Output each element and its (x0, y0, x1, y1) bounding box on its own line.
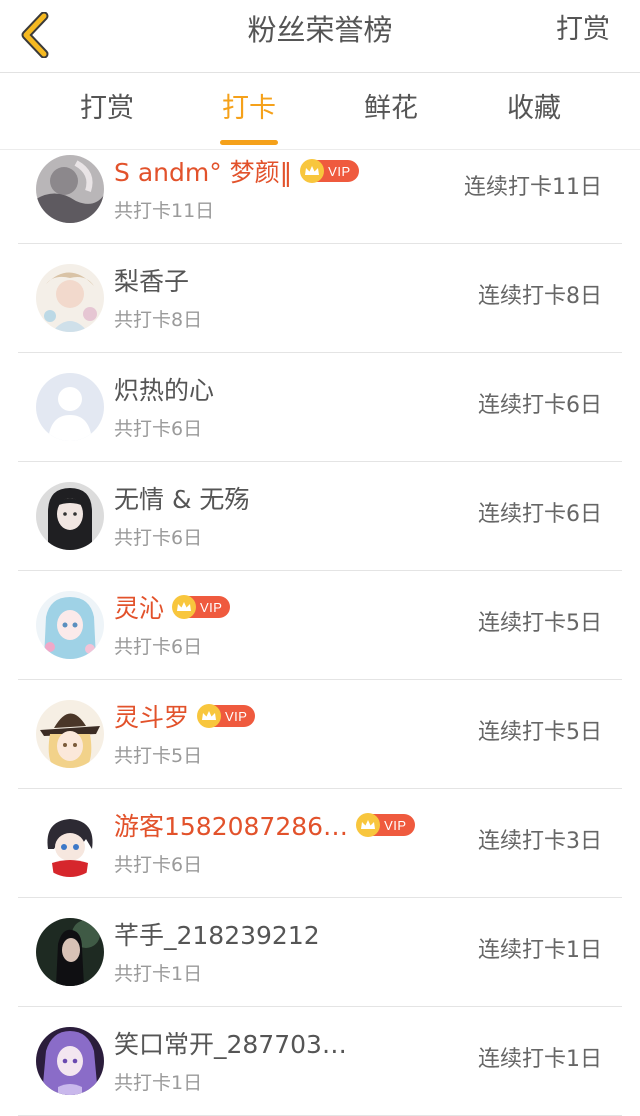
vip-badge: VIP (197, 704, 256, 728)
name-line: 笑口常开_287703… (114, 1024, 347, 1062)
crown-icon (305, 166, 320, 175)
avatar[interactable] (36, 591, 104, 659)
total-checkins: 共打卡6日 (114, 418, 203, 440)
streak-checkins: 连续打卡5日 (478, 720, 602, 745)
name-line: 炽热的心 (114, 370, 214, 408)
total-checkins: 共打卡6日 (114, 636, 203, 658)
name-line: 无情 & 无殇 (114, 479, 249, 517)
avatar[interactable] (36, 264, 104, 332)
streak-checkins: 连续打卡6日 (478, 502, 602, 527)
avatar-image (36, 591, 104, 659)
name-line: 梨香子 (114, 261, 189, 299)
streak-checkins: 连续打卡1日 (478, 938, 602, 963)
nav-bar: 粉丝荣誉榜 打赏 (0, 0, 640, 73)
avatar-image (36, 700, 104, 768)
streak-checkins: 连续打卡6日 (478, 393, 602, 418)
vip-badge: VIP (172, 595, 231, 619)
fan-name: 芊手_218239212 (114, 921, 320, 950)
vip-label: VIP (328, 163, 351, 179)
avatar-image (36, 264, 104, 332)
crown-badge (197, 704, 222, 728)
fan-name: 无情 & 无殇 (114, 485, 250, 514)
total-checkins: 共打卡6日 (114, 527, 203, 549)
streak-checkins: 连续打卡1日 (478, 1047, 602, 1072)
fan-name: 灵斗罗 (114, 703, 190, 732)
fan-list: S andm° 梦颜‖ VIP 共打卡11日 连续打卡11日梨香子共打卡8日 连续打卡8… (0, 135, 640, 1116)
avatar[interactable] (36, 373, 104, 441)
avatar[interactable] (36, 482, 104, 550)
fan-name: 梨香子 (114, 267, 190, 296)
avatar-image (36, 918, 104, 986)
fan-row[interactable]: 笑口常开_287703… 共打卡1日 连续打卡1日 (18, 1007, 622, 1116)
vip-label: VIP (384, 817, 407, 833)
fan-row[interactable]: 灵沁 VIP 共打卡6日 连续打卡5日 (18, 571, 622, 680)
streak-checkins: 连续打卡3日 (478, 829, 602, 854)
avatar-image (36, 1027, 104, 1095)
fan-row[interactable]: 灵斗罗 VIP 共打卡5日 连续打卡5日 (18, 680, 622, 789)
fan-row[interactable]: 炽热的心共打卡6日 连续打卡6日 (18, 353, 622, 462)
name-line: 灵沁 VIP (114, 588, 231, 626)
fan-name: 笑口常开_287703… (114, 1030, 347, 1059)
avatar-image (36, 809, 104, 877)
fan-row[interactable]: 游客1582087286… VIP 共打卡6日 连续打卡3日 (18, 789, 622, 898)
avatar-image (36, 482, 104, 550)
fan-row[interactable]: 梨香子共打卡8日 连续打卡8日 (18, 244, 622, 353)
fan-name: 炽热的心 (114, 376, 215, 405)
crown-badge (172, 595, 197, 619)
vip-label: VIP (225, 708, 248, 724)
name-line: 灵斗罗 VIP (114, 697, 256, 735)
total-checkins: 共打卡1日 (114, 963, 203, 985)
vip-label: VIP (200, 599, 223, 615)
total-checkins: 共打卡5日 (114, 745, 203, 767)
name-line: 游客1582087286… VIP (114, 806, 415, 844)
total-checkins: 共打卡11日 (114, 200, 215, 222)
vip-badge: VIP (356, 813, 415, 837)
streak-checkins: 连续打卡8日 (478, 284, 602, 309)
crown-badge (300, 159, 325, 183)
avatar[interactable] (36, 1027, 104, 1095)
fan-name: 游客1582087286… (114, 812, 349, 841)
avatar[interactable] (36, 918, 104, 986)
crown-icon (202, 711, 217, 720)
name-line: S andm° 梦颜‖ VIP (114, 152, 359, 190)
streak-checkins: 连续打卡11日 (464, 175, 602, 200)
total-checkins: 共打卡6日 (114, 854, 203, 876)
crown-icon (177, 602, 192, 611)
name-line: 芊手_218239212 (114, 915, 320, 953)
page-title: 粉丝荣誉榜 (247, 13, 393, 47)
fan-row[interactable]: 无情 & 无殇共打卡6日 连续打卡6日 (18, 462, 622, 571)
total-checkins: 共打卡8日 (114, 309, 203, 331)
avatar[interactable] (36, 809, 104, 877)
fan-name: 灵沁 (114, 594, 165, 623)
reward-button[interactable]: 打赏 (556, 0, 610, 60)
fan-row[interactable]: 芊手_218239212 共打卡1日 连续打卡1日 (18, 898, 622, 1007)
crown-icon (361, 820, 376, 829)
vip-badge: VIP (300, 159, 359, 183)
avatar[interactable] (36, 700, 104, 768)
crown-badge (356, 813, 381, 837)
avatar-image (36, 155, 104, 223)
avatar-image (36, 373, 104, 441)
fan-row[interactable]: S andm° 梦颜‖ VIP 共打卡11日 连续打卡11日 (18, 135, 622, 244)
fan-name: S andm° 梦颜‖ (114, 158, 293, 187)
streak-checkins: 连续打卡5日 (478, 611, 602, 636)
avatar[interactable] (36, 155, 104, 223)
